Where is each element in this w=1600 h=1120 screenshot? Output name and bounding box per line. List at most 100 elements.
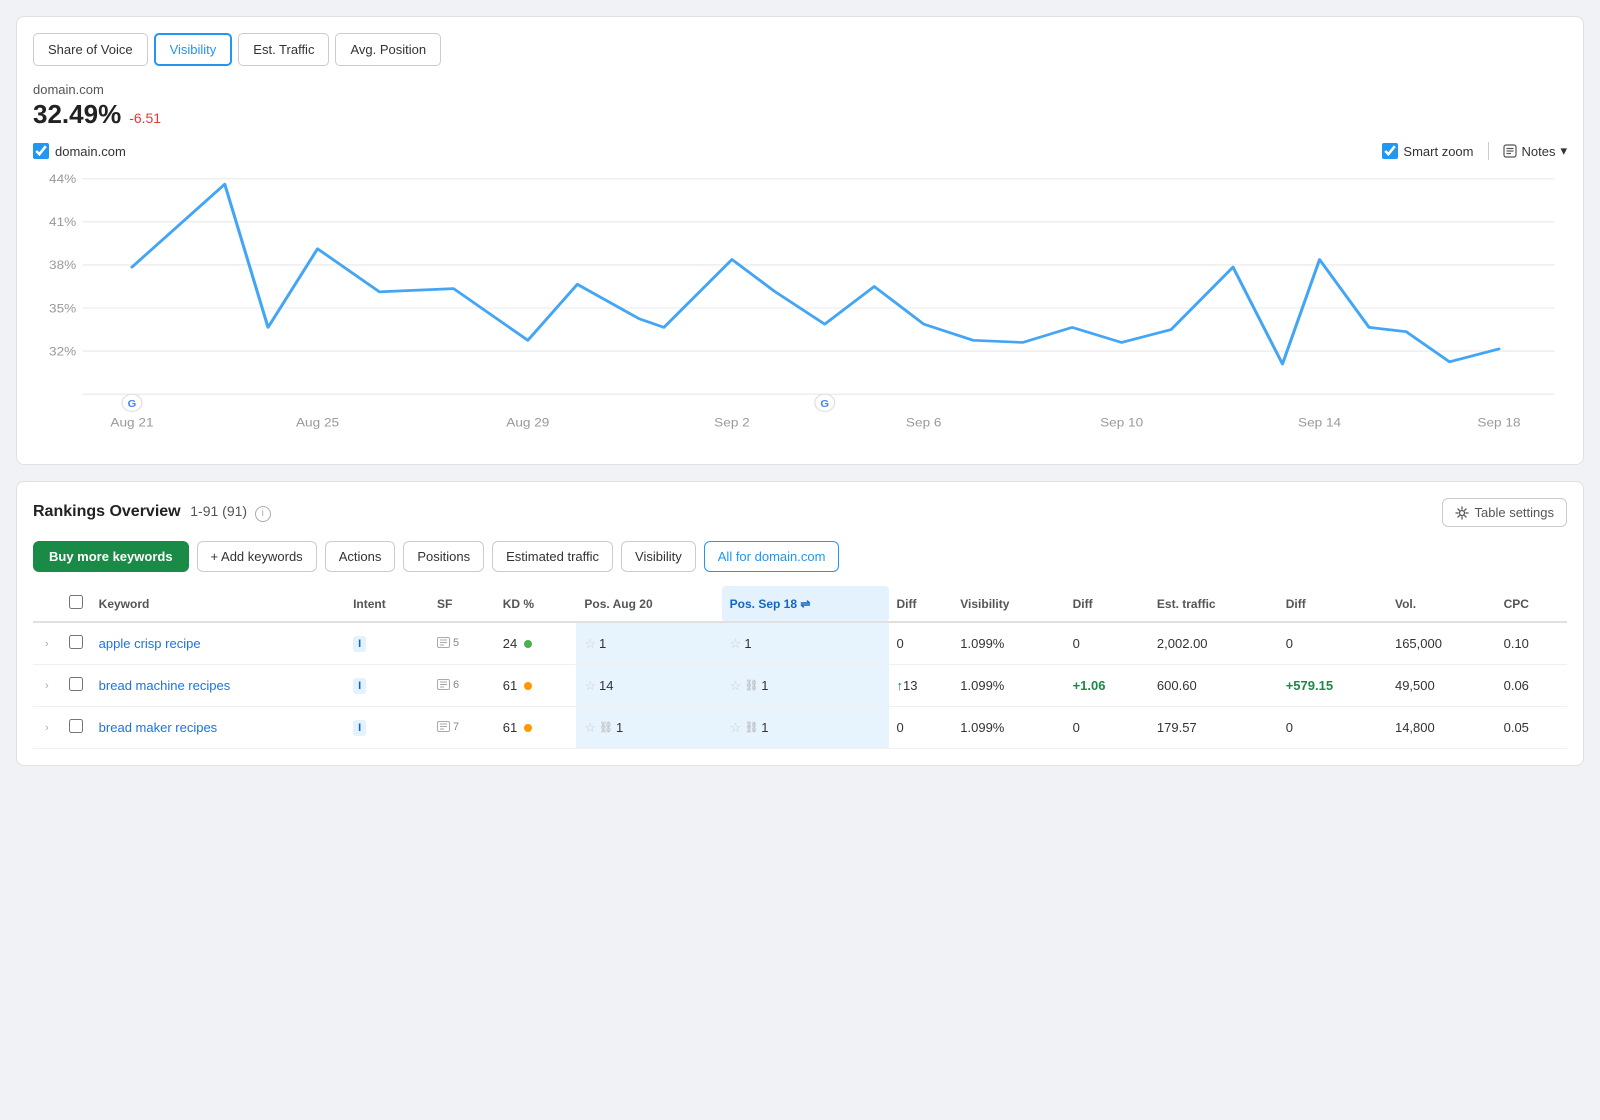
row-checkbox[interactable] — [69, 635, 83, 649]
metric-diff: -6.51 — [129, 110, 161, 126]
sf-cell: 6 — [437, 679, 459, 691]
col-diff-2: Diff — [1065, 586, 1149, 622]
pos-sep-cell: ☆ ⛓ 1 — [730, 720, 881, 736]
metric-domain: domain.com — [33, 82, 1567, 97]
smart-zoom: Smart zoom — [1382, 143, 1473, 159]
chart-tabs: Share of Voice Visibility Est. Traffic A… — [33, 33, 1567, 66]
row-checkbox[interactable] — [69, 719, 83, 733]
cpc-cell: 0.06 — [1496, 665, 1567, 707]
info-icon[interactable]: i — [255, 506, 271, 522]
link-icon: ⛓ — [744, 721, 758, 734]
visibility-cell: 1.099% — [952, 707, 1064, 749]
link-icon: ⛓ — [744, 679, 758, 692]
add-keywords-button[interactable]: + Add keywords — [197, 541, 317, 572]
notes-chevron: ▾ — [1560, 143, 1567, 159]
domain-checkbox[interactable] — [33, 143, 49, 159]
intent-badge: I — [353, 720, 366, 736]
table-header: Keyword Intent SF KD % Pos. Aug 20 Pos. … — [33, 586, 1567, 622]
svg-text:Sep 14: Sep 14 — [1298, 415, 1341, 429]
actions-button[interactable]: Actions — [325, 541, 396, 572]
buy-keywords-button[interactable]: Buy more keywords — [33, 541, 189, 572]
smart-zoom-checkbox[interactable] — [1382, 143, 1398, 159]
pos-aug-cell: ☆ 1 — [584, 636, 713, 652]
table-row: › bread maker recipes I 7 61 — [33, 707, 1567, 749]
row-expand-btn[interactable]: › — [41, 636, 53, 652]
col-vol: Vol. — [1387, 586, 1496, 622]
rankings-title: Rankings Overview — [33, 503, 181, 520]
vis-diff-cell: 0 — [1065, 707, 1149, 749]
tab-est-traffic[interactable]: Est. Traffic — [238, 33, 329, 66]
col-diff-1: Diff — [889, 586, 953, 622]
star-icon: ☆ — [584, 720, 596, 736]
table-settings-button[interactable]: Table settings — [1442, 498, 1568, 527]
rankings-header: Rankings Overview 1-91 (91) i Table sett… — [33, 498, 1567, 527]
divider — [1488, 142, 1489, 160]
sf-icon — [437, 721, 450, 732]
svg-text:41%: 41% — [49, 215, 76, 229]
rankings-table-wrapper: Keyword Intent SF KD % Pos. Aug 20 Pos. … — [33, 586, 1567, 749]
visibility-cell: 1.099% — [952, 622, 1064, 665]
link-icon: ⛓ — [599, 721, 613, 734]
chart-svg: 44% 41% 38% 35% 32% Aug 21 Aug 25 Aug 29… — [33, 168, 1567, 448]
tab-share-of-voice[interactable]: Share of Voice — [33, 33, 148, 66]
cpc-cell: 0.05 — [1496, 707, 1567, 749]
table-row: › bread machine recipes I 6 61 — [33, 665, 1567, 707]
row-checkbox[interactable] — [69, 677, 83, 691]
star-icon: ☆ — [730, 678, 742, 694]
svg-text:38%: 38% — [49, 258, 76, 272]
notes-button[interactable]: Notes ▾ — [1503, 143, 1568, 159]
intent-badge: I — [353, 636, 366, 652]
diff-cell: 0 — [889, 622, 953, 665]
row-expand-btn[interactable]: › — [41, 678, 53, 694]
col-select-all — [61, 586, 91, 622]
star-icon: ☆ — [584, 678, 596, 694]
col-expand — [33, 586, 61, 622]
traffic-diff-value: +579.15 — [1286, 678, 1333, 693]
traffic-cell: 179.57 — [1149, 707, 1278, 749]
keyword-link[interactable]: bread maker recipes — [99, 720, 218, 735]
pos-sep-cell: ☆ 1 — [730, 636, 881, 652]
col-keyword: Keyword — [91, 586, 345, 622]
row-expand-btn[interactable]: › — [41, 720, 53, 736]
svg-text:Aug 21: Aug 21 — [110, 415, 153, 429]
vis-diff-cell: 0 — [1065, 622, 1149, 665]
smart-zoom-label: Smart zoom — [1403, 144, 1473, 159]
diff-cell: ↑13 — [889, 665, 953, 707]
pos-aug-cell: ☆ ⛓ 1 — [584, 720, 713, 736]
positions-button[interactable]: Positions — [403, 541, 484, 572]
vol-cell: 14,800 — [1387, 707, 1496, 749]
table-row: › apple crisp recipe I 5 24 — [33, 622, 1567, 665]
col-pos-aug20: Pos. Aug 20 — [576, 586, 721, 622]
keyword-link[interactable]: apple crisp recipe — [99, 636, 201, 651]
all-for-domain-button[interactable]: All for domain.com — [704, 541, 840, 572]
traffic-diff-cell: 0 — [1278, 707, 1387, 749]
rankings-title-group: Rankings Overview 1-91 (91) i — [33, 503, 271, 522]
traffic-diff-cell: +579.15 — [1278, 665, 1387, 707]
sf-cell: 5 — [437, 637, 459, 649]
kd-value: 24 — [503, 636, 517, 651]
vis-diff-value: +1.06 — [1073, 678, 1106, 693]
kd-indicator — [524, 682, 532, 690]
svg-text:G: G — [820, 400, 829, 410]
col-diff-3: Diff — [1278, 586, 1387, 622]
table-settings-label: Table settings — [1475, 505, 1555, 520]
kd-value: 61 — [503, 720, 517, 735]
diff-value: 13 — [903, 678, 917, 693]
col-pos-sep18[interactable]: Pos. Sep 18 ⇌ — [722, 586, 889, 622]
cpc-cell: 0.10 — [1496, 622, 1567, 665]
keyword-link[interactable]: bread machine recipes — [99, 678, 231, 693]
svg-text:Aug 29: Aug 29 — [506, 415, 549, 429]
tab-avg-position[interactable]: Avg. Position — [335, 33, 441, 66]
select-all-checkbox[interactable] — [69, 595, 83, 609]
col-est-traffic: Est. traffic — [1149, 586, 1278, 622]
svg-text:35%: 35% — [49, 301, 76, 315]
traffic-diff-cell: 0 — [1278, 622, 1387, 665]
tab-visibility[interactable]: Visibility — [154, 33, 233, 66]
col-visibility: Visibility — [952, 586, 1064, 622]
estimated-traffic-button[interactable]: Estimated traffic — [492, 541, 613, 572]
traffic-cell: 2,002.00 — [1149, 622, 1278, 665]
svg-text:Sep 10: Sep 10 — [1100, 415, 1143, 429]
legend-domain-label: domain.com — [55, 144, 126, 159]
visibility-button[interactable]: Visibility — [621, 541, 696, 572]
rankings-toolbar: Buy more keywords + Add keywords Actions… — [33, 541, 1567, 572]
